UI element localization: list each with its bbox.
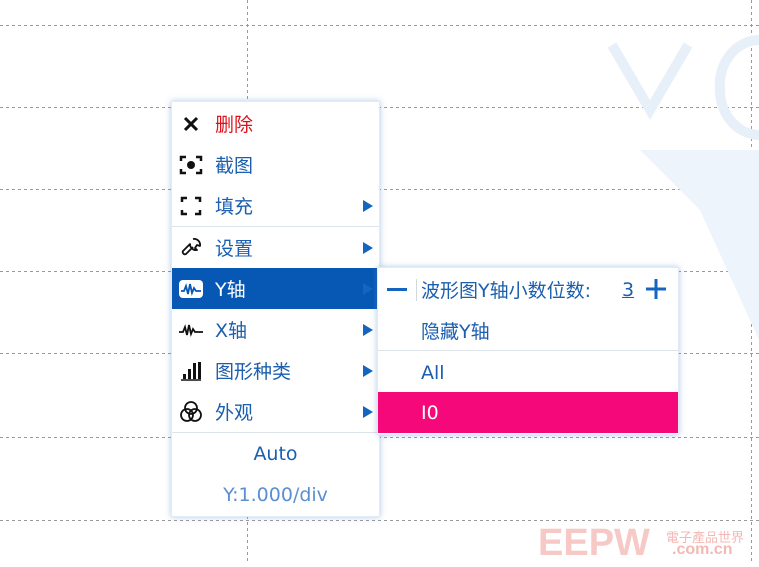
menu-divider	[172, 432, 379, 433]
menu-item-label: X轴	[215, 320, 248, 342]
menu-item-x-axis[interactable]: X轴	[172, 309, 379, 350]
plus-icon	[646, 279, 666, 299]
submenu-arrow-icon	[363, 323, 373, 336]
bar-chart-icon	[178, 358, 204, 384]
menu-item-label: 图形种类	[215, 361, 292, 383]
menu-item-settings[interactable]: 设置	[172, 227, 379, 268]
menu-item-label: 外观	[215, 402, 254, 424]
scale-readout: Y:1.000/div	[223, 484, 328, 506]
y-axis-submenu: 波形图Y轴小数位数: 3 隐藏Y轴 All I0	[377, 267, 679, 435]
waveform-box-icon	[178, 276, 204, 302]
submenu-arrow-icon	[363, 282, 373, 295]
decimals-input[interactable]: 3	[622, 279, 634, 301]
decrement-button[interactable]	[386, 279, 408, 301]
close-icon	[178, 111, 204, 137]
menu-item-label: 删除	[215, 114, 254, 136]
wrench-icon	[178, 235, 204, 261]
menu-item-label: 填充	[215, 196, 254, 218]
eepw-domain-text: .com.cn	[672, 541, 733, 558]
eepw-watermark-logo: EEPW 電子產品世界 .com.cn	[538, 521, 759, 567]
channel-all-label: All	[421, 361, 445, 384]
menu-item-label: 设置	[215, 238, 254, 260]
menu-item-delete[interactable]: 删除	[172, 103, 379, 144]
submenu-arrow-icon	[363, 199, 373, 212]
hide-y-axis-label: 隐藏Y轴	[421, 321, 490, 343]
waveform-icon	[178, 317, 204, 343]
minus-icon	[387, 288, 407, 291]
menu-item-chart-type[interactable]: 图形种类	[172, 350, 379, 391]
menu-item-screenshot[interactable]: 截图	[172, 144, 379, 185]
channel-i0-item[interactable]: I0	[378, 392, 678, 433]
decimals-label: 波形图Y轴小数位数:	[421, 280, 592, 302]
appearance-icon	[178, 399, 204, 425]
screenshot-icon	[178, 152, 204, 178]
eepw-brand-text: EEPW	[538, 522, 650, 563]
menu-divider	[378, 350, 678, 351]
increment-button[interactable]	[645, 278, 667, 300]
menu-item-fill[interactable]: 填充	[172, 185, 379, 226]
row-divider	[416, 279, 417, 301]
channel-all-item[interactable]: All	[378, 352, 678, 393]
menu-item-label: 截图	[215, 155, 254, 177]
hide-y-axis-item[interactable]: 隐藏Y轴	[378, 310, 678, 351]
submenu-arrow-icon	[363, 405, 373, 418]
channel-i0-label: I0	[421, 401, 439, 424]
submenu-arrow-icon	[363, 364, 373, 377]
decimals-row: 波形图Y轴小数位数: 3	[378, 269, 678, 310]
auto-button[interactable]: Auto	[172, 443, 379, 465]
fill-icon	[178, 193, 204, 219]
context-menu: 删除 截图 填充 设置 Y轴 X轴 图形种类 外观 Auto Y:1.000/d…	[171, 101, 380, 517]
menu-item-label: Y轴	[215, 279, 246, 301]
menu-item-appearance[interactable]: 外观	[172, 391, 379, 432]
submenu-arrow-icon	[363, 241, 373, 254]
menu-item-y-axis[interactable]: Y轴	[172, 268, 379, 309]
